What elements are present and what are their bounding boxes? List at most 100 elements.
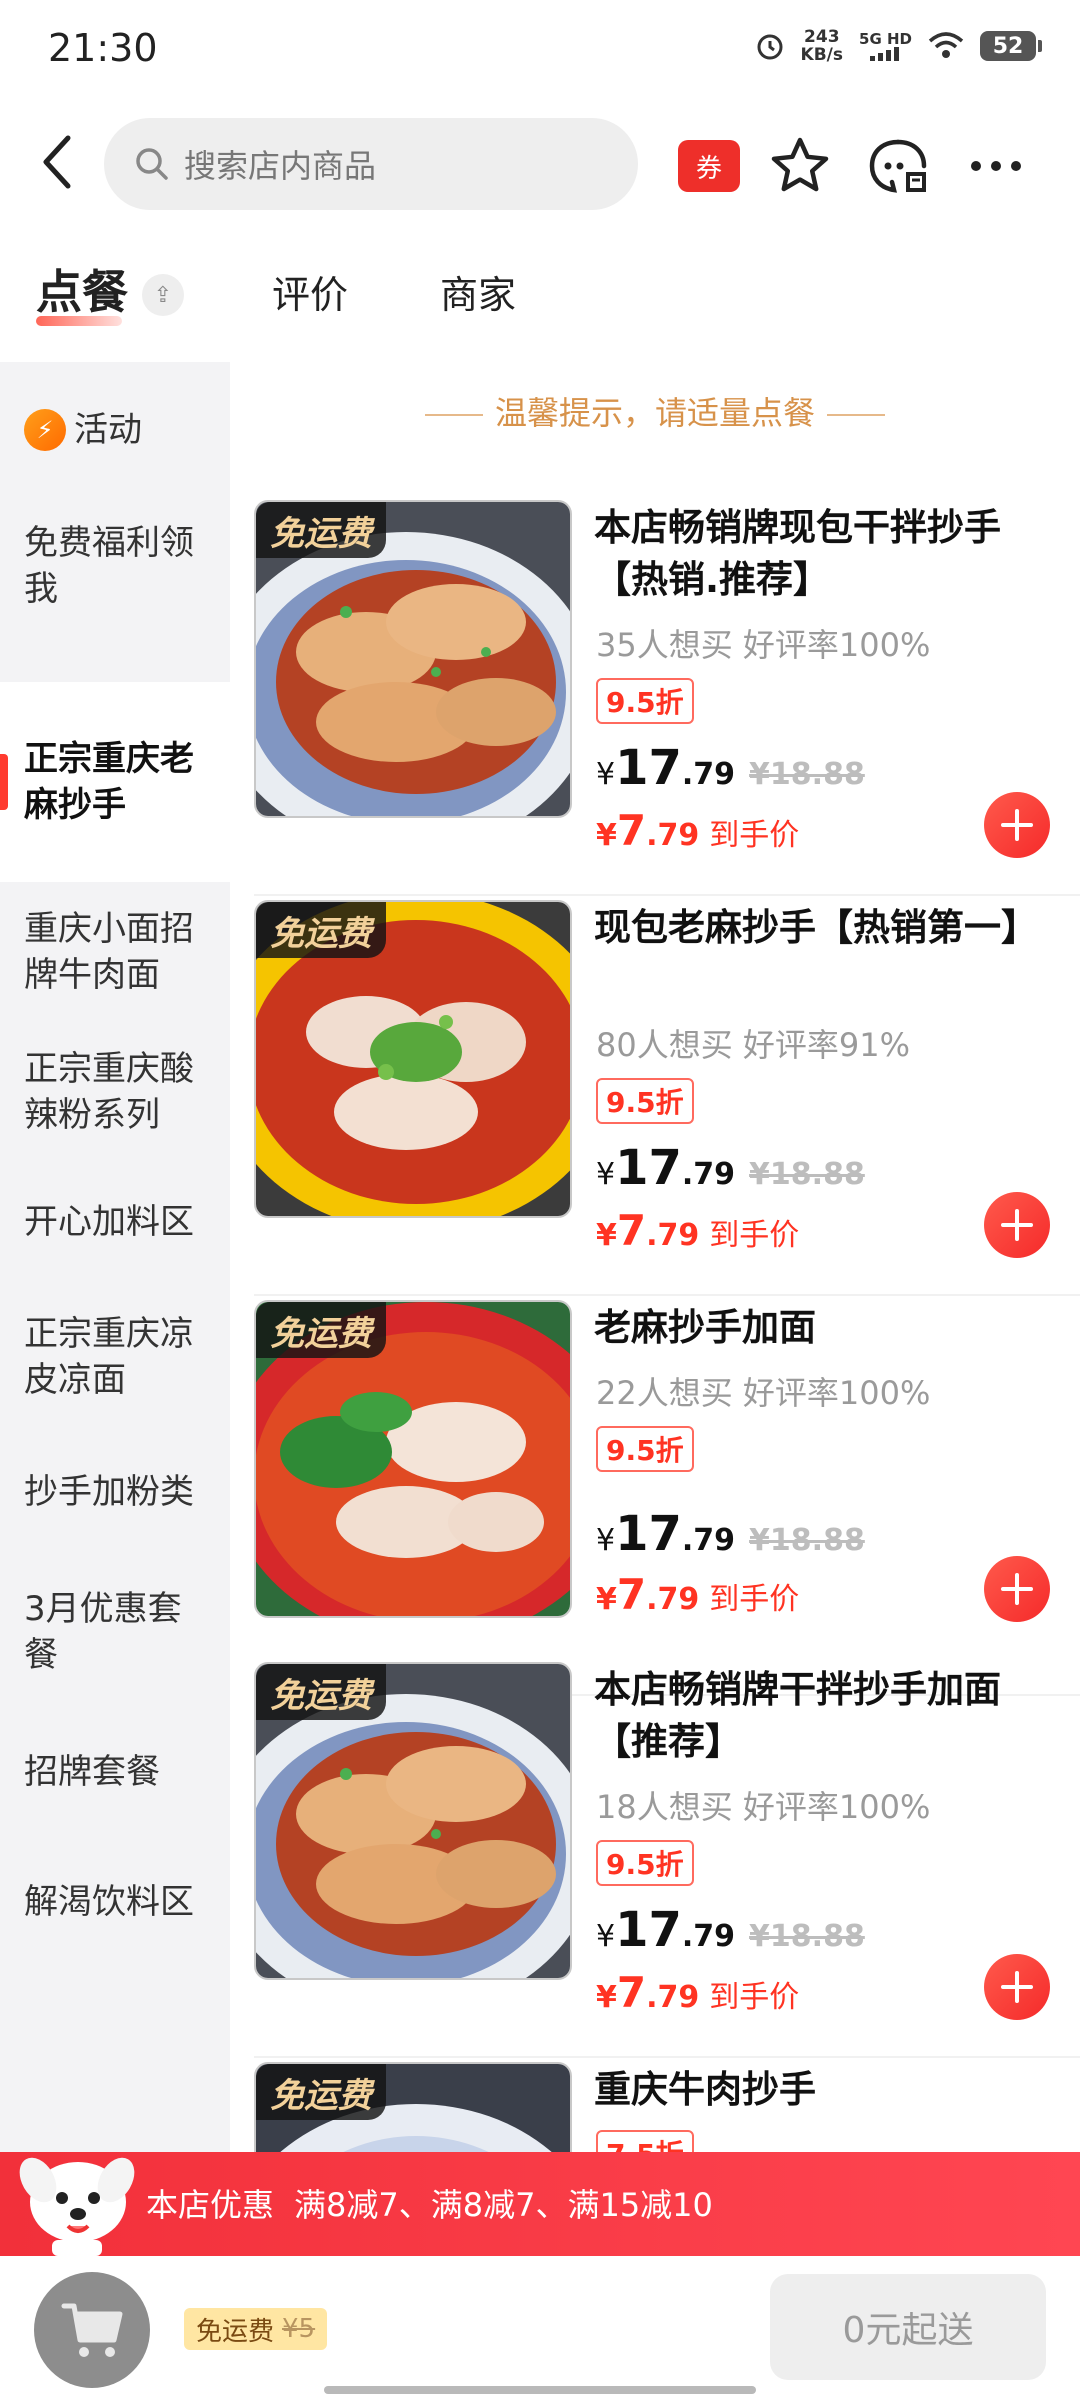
coupon-button[interactable]: 券 xyxy=(678,140,740,192)
header: 搜索店内商品 券 xyxy=(0,110,1080,220)
free-delivery-tag: 免运费 xyxy=(256,1302,386,1358)
tab-reviews[interactable]: 评价 xyxy=(272,264,348,319)
final-price: ¥7.79 到手价 xyxy=(596,1570,800,1619)
product-item[interactable]: 免运费 本店畅销牌干拌抄手加面【推荐】 18人想买 好评率100% 9.5折 ¥… xyxy=(254,1662,1080,2058)
dog-mascot-icon xyxy=(19,2157,135,2256)
final-price: ¥7.79 到手价 xyxy=(596,1968,800,2017)
sidebar-item-label: 正宗重庆老麻抄手 xyxy=(24,739,194,825)
final-price: ¥7.79 到手价 xyxy=(596,806,800,855)
product-meta: 22人想买 好评率100% xyxy=(596,1374,931,1412)
product-price: ¥17.79 ¥18.88 xyxy=(596,740,865,796)
cart-button[interactable] xyxy=(34,2272,150,2388)
discount-badge: 9.5折 xyxy=(596,1840,694,1886)
star-favorite-icon[interactable] xyxy=(768,134,832,198)
search-icon xyxy=(136,148,168,180)
discount-badge: 9.5折 xyxy=(596,1426,694,1472)
sidebar-item-label: 正宗重庆凉皮凉面 xyxy=(24,1314,194,1400)
checkout-button[interactable]: 0元起送 xyxy=(770,2274,1046,2380)
final-price: ¥7.79 到手价 xyxy=(596,1206,800,1255)
sidebar-item-label: 活动 xyxy=(74,410,142,450)
promo-bar[interactable]: 本店优惠 满8减7、满8减7、满15减10 xyxy=(0,2152,1080,2256)
more-icon[interactable] xyxy=(964,134,1028,198)
search-placeholder: 搜索店内商品 xyxy=(184,147,377,185)
customer-service-icon[interactable] xyxy=(866,134,930,198)
product-title[interactable]: 本店畅销牌现包干拌抄手【热销.推荐】 xyxy=(594,502,1064,606)
sidebar-item-drinks[interactable]: 解渴饮料区 xyxy=(0,1832,230,1972)
order-tip: 温馨提示，请适量点餐 xyxy=(230,388,1080,434)
product-title[interactable]: 重庆牛肉抄手 xyxy=(594,2064,1064,2116)
sidebar-item-cold-noodles[interactable]: 正宗重庆凉皮凉面 xyxy=(0,1282,230,1432)
battery-icon: 52 xyxy=(980,31,1042,61)
sidebar-item-label: 开心加料区 xyxy=(24,1202,194,1242)
product-title[interactable]: 老麻抄手加面 xyxy=(594,1302,1064,1354)
lightning-icon xyxy=(24,409,66,451)
sidebar-item-march-deals[interactable]: 3月优惠套餐 xyxy=(0,1552,230,1712)
sidebar-item-label: 抄手加粉类 xyxy=(24,1472,194,1512)
add-to-cart-button[interactable] xyxy=(984,1192,1050,1258)
sidebar-item-label: 招牌套餐 xyxy=(24,1752,160,1792)
product-title[interactable]: 现包老麻抄手【热销第一】 xyxy=(594,902,1064,954)
sidebar-item-toppings[interactable]: 开心加料区 xyxy=(0,1162,230,1282)
wifi-icon xyxy=(928,32,964,58)
promo-label: 本店优惠 xyxy=(146,2186,275,2224)
sidebar-item-activity[interactable]: 活动 xyxy=(0,362,230,498)
shopping-cart-icon xyxy=(61,2303,123,2357)
search-input[interactable]: 搜索店内商品 xyxy=(104,118,638,210)
product-price: ¥17.79 ¥18.88 xyxy=(596,1902,865,1958)
original-price: ¥18.88 xyxy=(749,1919,865,1954)
store-tabs: 点餐 ⇪ 评价 商家 xyxy=(0,250,1080,340)
promo-text: 本店优惠 满8减7、满8减7、满15减10 xyxy=(146,2180,713,2226)
discount-badge: 7.5折 xyxy=(596,2130,694,2152)
alarm-icon xyxy=(757,34,783,60)
original-price: ¥18.88 xyxy=(749,1157,865,1192)
product-image[interactable]: 免运费 xyxy=(254,2062,572,2152)
status-icons: 243 KB/s 5G HD 52 xyxy=(755,27,1042,65)
product-price: ¥17.79 ¥18.88 xyxy=(596,1140,865,1196)
original-price: ¥18.88 xyxy=(749,757,865,792)
free-delivery-tag: 免运费 xyxy=(256,1664,386,1720)
product-image[interactable]: 免运费 xyxy=(254,500,572,818)
back-icon[interactable] xyxy=(32,130,84,194)
product-image[interactable]: 免运费 xyxy=(254,1662,572,1980)
sidebar-item-label: 解渴饮料区 xyxy=(24,1882,194,1922)
home-indicator[interactable] xyxy=(324,2386,756,2394)
sidebar-item-free-welfare[interactable]: 免费福利领我 xyxy=(0,498,230,634)
free-delivery-tag: 免运费 xyxy=(256,502,386,558)
sidebar-item-label: 重庆小面招牌牛肉面 xyxy=(24,909,194,995)
sidebar-item-sour-spicy-noodles[interactable]: 正宗重庆酸辣粉系列 xyxy=(0,1022,230,1162)
add-to-cart-button[interactable] xyxy=(984,1556,1050,1622)
sidebar-item-laoma-wonton[interactable]: 正宗重庆老麻抄手 xyxy=(0,682,230,882)
collapse-icon[interactable]: ⇪ xyxy=(142,274,184,316)
product-item[interactable]: 免运费 本店畅销牌现包干拌抄手【热销.推荐】 35人想买 好评率100% 9.5… xyxy=(254,500,1080,896)
free-delivery-tag: 免运费 xyxy=(256,902,386,958)
cart-bar: 免运费 ¥5 0元起送 xyxy=(0,2256,1080,2400)
category-sidebar: 活动 免费福利领我 正宗重庆老麻抄手 重庆小面招牌牛肉面 正宗重庆酸辣粉系列 开… xyxy=(0,362,230,2162)
sidebar-item-noodles[interactable]: 重庆小面招牌牛肉面 xyxy=(0,882,230,1022)
product-meta: 18人想买 好评率100% xyxy=(596,1788,931,1826)
product-image[interactable]: 免运费 xyxy=(254,900,572,1218)
delivery-fee-badge: 免运费 ¥5 xyxy=(184,2308,328,2350)
product-item[interactable]: 免运费 现包老麻抄手【热销第一】 80人想买 好评率91% 9.5折 ¥17.7… xyxy=(254,900,1080,1296)
product-item[interactable]: 免运费 重庆牛肉抄手 7.5折 xyxy=(254,2062,1080,2152)
status-time: 21:30 xyxy=(48,26,158,70)
promo-offers: 满8减7、满8减7、满15减10 xyxy=(294,2186,713,2224)
add-to-cart-button[interactable] xyxy=(984,1954,1050,2020)
product-item[interactable]: 免运费 老麻抄手加面 22人想买 好评率100% 9.5折 ¥17.79 ¥18.… xyxy=(254,1300,1080,1696)
product-meta: 80人想买 好评率91% xyxy=(596,1026,911,1064)
add-to-cart-button[interactable] xyxy=(984,792,1050,858)
sidebar-item-wonton-with-noodles[interactable]: 抄手加粉类 xyxy=(0,1432,230,1552)
tab-order[interactable]: 点餐 xyxy=(36,256,128,322)
product-image[interactable]: 免运费 xyxy=(254,1300,572,1618)
sidebar-item-signature-sets[interactable]: 招牌套餐 xyxy=(0,1712,230,1832)
signal-icon: 5G HD xyxy=(859,31,912,61)
original-price: ¥18.88 xyxy=(749,1523,865,1558)
product-title[interactable]: 本店畅销牌干拌抄手加面【推荐】 xyxy=(594,1664,1064,1768)
free-delivery-tag: 免运费 xyxy=(256,2064,386,2120)
network-speed: 243 KB/s xyxy=(800,27,844,65)
discount-badge: 9.5折 xyxy=(596,678,694,724)
tab-merchant[interactable]: 商家 xyxy=(440,264,516,319)
product-price: ¥17.79 ¥18.88 xyxy=(596,1506,865,1562)
sidebar-item-label: 3月优惠套餐 xyxy=(24,1589,182,1675)
sidebar-item-label: 免费福利领我 xyxy=(24,523,194,609)
product-meta: 35人想买 好评率100% xyxy=(596,626,931,664)
